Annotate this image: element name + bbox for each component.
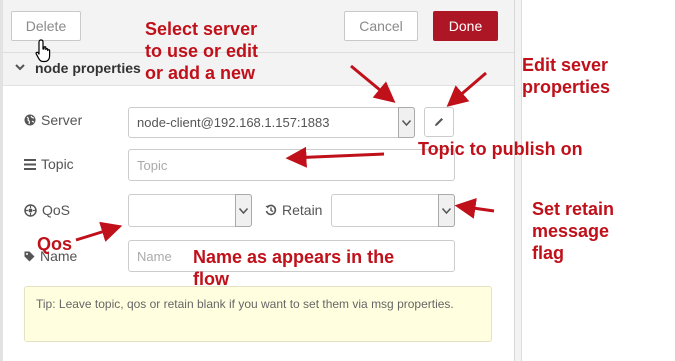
server-select-toggle[interactable] [398,107,415,138]
topic-label-text: Topic [41,156,74,172]
tag-icon [24,251,35,261]
annotation-qos: Qos [37,234,73,254]
topic-placeholder: Topic [137,157,168,173]
qos-icon [24,203,37,217]
annotation-name: Name as appears in the flow [193,246,394,290]
annotation-edit-line1: Edit sever [522,55,609,75]
delete-button[interactable]: Delete [11,11,81,41]
list-icon [24,158,36,170]
name-placeholder: Name [137,248,172,264]
history-icon [265,204,277,216]
edit-server-button[interactable] [424,107,454,137]
annotation-server-line1: Select server [145,19,258,39]
annotation-retain-line2: message [532,221,610,241]
annotation-server-line2: to use or edit [145,41,259,61]
annotation-topic: Topic to publish on [418,139,583,159]
annotation-server: Select server to use or edit or add a ne… [145,18,258,84]
qos-label-text: QoS [42,202,71,218]
annotation-name-line1: Name as appears in the [193,247,395,267]
annotation-server-line3: or add a new [145,63,256,83]
chevron-down-icon[interactable] [14,61,26,73]
retain-select-toggle[interactable] [438,194,455,227]
server-select-value: node-client@192.168.1.157:1883 [137,115,330,130]
pencil-icon [435,118,443,126]
topic-input[interactable]: Topic [128,149,455,181]
qos-label: QoS [24,202,70,218]
server-select[interactable]: node-client@192.168.1.157:1883 [128,107,415,138]
retain-select[interactable] [331,194,455,227]
cancel-button[interactable]: Cancel [344,11,418,41]
annotation-name-line2: flow [193,269,229,289]
tip-box: Tip: Leave topic, qos or retain blank if… [24,286,492,342]
caret-down-icon [239,207,248,214]
annotation-edit: Edit sever properties [522,54,610,98]
annotation-retain: Set retain message flag [532,198,614,264]
retain-label-text: Retain [282,202,323,218]
done-button[interactable]: Done [433,11,498,41]
caret-down-icon [442,207,451,214]
annotation-retain-line1: Set retain [532,199,615,219]
server-label-text: Server [41,112,83,128]
qos-select-toggle[interactable] [235,194,252,227]
topic-label: Topic [24,156,74,172]
panel-resize-handle[interactable] [515,0,522,361]
retain-label: Retain [265,202,322,218]
hand-cursor-icon [35,39,51,63]
annotation-edit-line2: properties [522,77,611,97]
server-label: Server [24,112,82,128]
caret-down-icon [402,119,411,126]
qos-select[interactable] [128,194,252,227]
globe-icon [24,114,36,126]
annotation-retain-line3: flag [532,243,565,263]
